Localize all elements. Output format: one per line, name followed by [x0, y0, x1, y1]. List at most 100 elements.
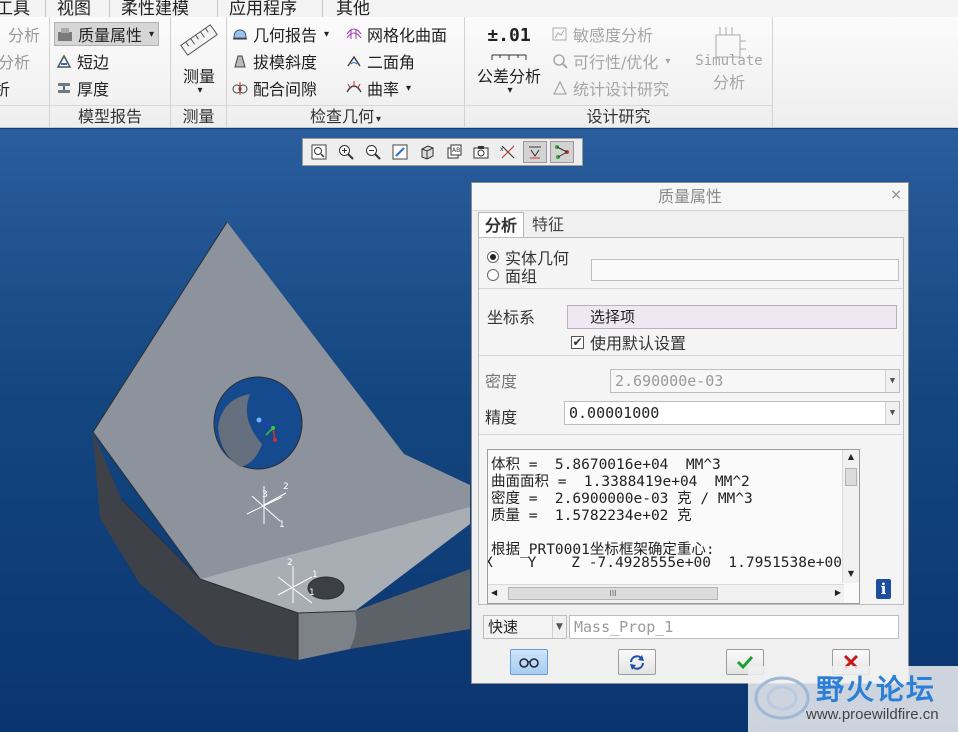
dropdown-arrow-icon[interactable]: ▾	[324, 29, 329, 40]
menu-view[interactable]: 视图	[57, 0, 91, 17]
part-base-front-face	[298, 611, 357, 660]
spin-center-button[interactable]	[550, 141, 574, 163]
refit-button[interactable]	[307, 141, 331, 163]
svg-text:AB: AB	[452, 147, 460, 154]
draft-label: 拔模斜度	[253, 53, 318, 72]
geometry-report-label: 几何报告	[253, 26, 318, 45]
thickness-icon	[56, 80, 72, 96]
short-edge-icon	[56, 53, 72, 69]
dropdown-arrow-icon[interactable]: ▾	[406, 83, 411, 94]
curvature-icon	[346, 80, 362, 96]
scroll-left-icon[interactable]: ◀	[491, 588, 497, 597]
datum-display-icon: x	[500, 145, 515, 159]
dropdown-arrow-icon[interactable]: ▾	[665, 56, 670, 67]
analysis-button-2[interactable]: 分析	[0, 49, 30, 73]
results-text-area[interactable]: 体积 = 5.8670016e+04 MM^3 曲面面积 = 1.3388419…	[487, 449, 860, 604]
watermark: 野火论坛 www.proewildfire.cn	[748, 666, 958, 732]
radio-selected-icon[interactable]	[487, 251, 499, 263]
dropdown-arrow-icon[interactable]: ▾	[149, 29, 154, 40]
mesh-surface-label: 网格化曲面	[367, 26, 448, 45]
sensitivity-analysis-button[interactable]: 敏感度分析	[552, 22, 653, 46]
density-field[interactable]: 2.690000e-03 ▼	[610, 369, 900, 393]
thickness-label: 厚度	[77, 80, 110, 99]
mass-properties-dialog: 质量属性 × 分析 特征 实体几何 面组 坐标系 选择项 ✔ 使用默认设置 密度…	[471, 182, 909, 684]
triad-label: 3	[262, 490, 268, 500]
simulate-analysis-button[interactable]: Simulate 分析	[690, 23, 768, 101]
geometry-report-button[interactable]: 几何报告 ▾	[232, 22, 329, 46]
csys-collector[interactable]: 选择项	[567, 305, 897, 329]
tolerance-icon: ±.01	[487, 25, 531, 46]
menu-other[interactable]: 其他	[336, 0, 370, 17]
clearance-icon	[232, 80, 248, 96]
analysis-button[interactable]: 分析	[8, 22, 40, 46]
horizontal-scrollbar[interactable]: ◀ III ▶	[488, 584, 844, 603]
repeat-button[interactable]	[618, 649, 656, 675]
saved-views-button[interactable]: AB	[442, 141, 466, 163]
group-separator	[772, 17, 773, 127]
radio-icon[interactable]	[487, 269, 499, 281]
analysis-mode-select[interactable]: 快速 ▼	[483, 615, 567, 639]
analysis-mode-value: 快速	[488, 618, 519, 636]
analysis-name-field[interactable]: Mass_Prop_1	[569, 615, 899, 639]
scroll-down-icon[interactable]: ▼	[845, 569, 857, 581]
divider	[479, 288, 903, 289]
mesh-surface-button[interactable]: 网格化曲面	[346, 22, 447, 46]
analysis-label: 析	[0, 80, 11, 99]
quilt-collector[interactable]	[591, 259, 899, 281]
checkbox-checked-icon[interactable]: ✔	[571, 335, 584, 349]
scroll-thumb[interactable]: III	[508, 587, 718, 600]
watermark-logo-icon	[754, 676, 810, 720]
chevron-down-icon[interactable]: ▼	[885, 402, 899, 424]
menu-flexible-modeling[interactable]: 柔性建模	[121, 0, 189, 17]
mass-properties-button[interactable]: 质量属性 ▾	[54, 22, 160, 46]
dropdown-arrow-icon[interactable]: ▾	[376, 114, 381, 125]
saved-views-icon: AB	[447, 144, 462, 159]
tolerance-analysis-button[interactable]: ±.01 公差分析 ▾	[470, 25, 548, 103]
clearance-button[interactable]: 配合间隙	[232, 76, 317, 100]
curvature-button[interactable]: 曲率 ▾	[346, 76, 411, 100]
datum-display-button[interactable]: x	[496, 141, 520, 163]
use-default-option[interactable]: ✔ 使用默认设置	[571, 330, 686, 354]
dialog-title: 质量属性	[472, 183, 908, 211]
spin-center-icon	[555, 145, 569, 159]
geometry-report-icon	[232, 26, 248, 42]
watermark-title: 野火论坛	[816, 673, 937, 706]
view-manager-button[interactable]	[469, 141, 493, 163]
display-style-button[interactable]	[415, 141, 439, 163]
sensitivity-icon	[552, 26, 568, 42]
scroll-up-icon[interactable]: ▲	[845, 452, 857, 464]
scroll-right-icon[interactable]: ▶	[835, 588, 841, 597]
ribbon: 分析 分析 析 质量属性 ▾ 短边 厚度 测量 ▾ 几何报告 ▾ 拔模斜度 配合…	[0, 17, 958, 128]
chevron-down-icon[interactable]: ▼	[552, 616, 566, 638]
measure-button[interactable]: 测量 ▾	[178, 23, 220, 101]
repaint-button[interactable]	[388, 141, 412, 163]
info-icon[interactable]: i	[876, 579, 891, 599]
tab-analysis[interactable]: 分析	[478, 212, 525, 238]
vertical-scrollbar[interactable]: ▲ ▼	[842, 450, 859, 583]
draft-button[interactable]: 拔模斜度	[232, 49, 317, 73]
menu-tools[interactable]: 工具	[0, 0, 30, 17]
short-edge-button[interactable]: 短边	[56, 49, 109, 73]
thickness-button[interactable]: 厚度	[56, 76, 109, 100]
zoom-out-button[interactable]	[361, 141, 385, 163]
tab-feature[interactable]: 特征	[526, 212, 570, 238]
chevron-down-icon[interactable]: ▼	[885, 370, 899, 392]
statistical-design-study-button[interactable]: 统计设计研究	[552, 76, 669, 100]
simulate-label-2: 分析	[712, 73, 745, 92]
close-icon[interactable]: ×	[890, 187, 902, 203]
measure-label: 测量	[182, 67, 215, 86]
preview-button[interactable]	[510, 649, 548, 675]
dihedral-angle-label: 二面角	[367, 53, 416, 72]
annotation-display-button[interactable]	[523, 141, 547, 163]
quilt-option[interactable]: 面组	[487, 263, 537, 287]
zoom-in-button[interactable]	[334, 141, 358, 163]
feasibility-optimization-button[interactable]: 可行性/优化 ▾	[552, 49, 670, 73]
dihedral-angle-button[interactable]: 二面角	[346, 49, 415, 73]
precision-field[interactable]: 0.00001000 ▼	[564, 401, 900, 425]
group-label-check-geometry[interactable]: 检查几何 ▾	[227, 105, 464, 127]
clearance-label: 配合间隙	[253, 80, 318, 99]
menu-applications[interactable]: 应用程序	[229, 0, 297, 17]
analysis-button-3[interactable]: 析	[0, 76, 10, 100]
scroll-thumb[interactable]	[845, 468, 857, 486]
tolerance-analysis-label: 公差分析	[476, 67, 541, 86]
